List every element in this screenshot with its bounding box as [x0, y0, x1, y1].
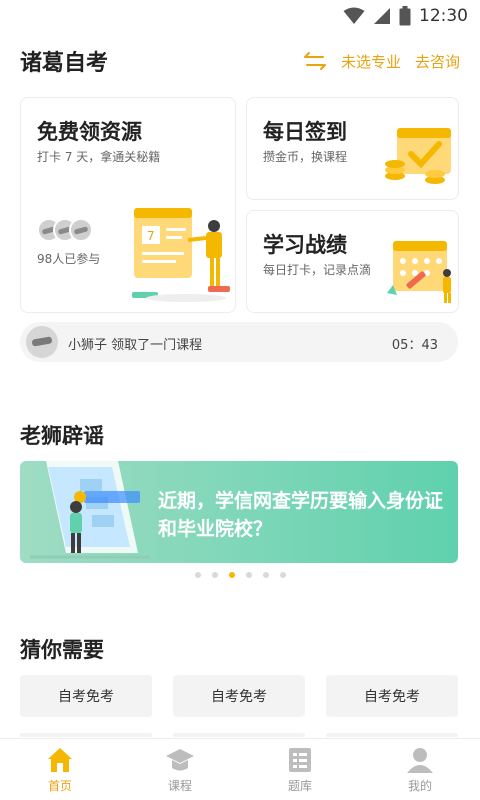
tab-home[interactable]: 首页 — [0, 739, 120, 800]
calendar-day-text: 7 — [147, 229, 155, 243]
carousel-dot[interactable] — [262, 572, 269, 578]
tab-profile-label: 我的 — [407, 779, 432, 793]
daily-checkin-card[interactable]: 每日签到 攒金币，换课程 — [246, 97, 459, 200]
checkin-calendar-coins-icon — [385, 128, 451, 184]
study-calendar-illustration: 7 — [132, 208, 230, 302]
select-major-link[interactable]: 未选专业 — [341, 51, 401, 72]
daily-checkin-title: 每日签到 — [263, 120, 347, 144]
app-title: 诸葛自考 — [20, 51, 109, 76]
carousel-dot[interactable] — [211, 572, 218, 578]
bottom-tab-bar: 首页 课程 题库 我的 — [0, 738, 480, 800]
header-actions: 未选专业 去咨询 — [303, 51, 460, 72]
guess-section-title: 猜你需要 — [20, 638, 104, 662]
avatar — [26, 326, 58, 358]
guess-tag-next-row — [20, 733, 152, 737]
guess-tag-next-row — [326, 733, 458, 737]
avatar — [69, 218, 93, 242]
tab-question-bank[interactable]: 题库 — [240, 739, 360, 800]
guess-tag[interactable]: 自考免考 — [173, 675, 305, 717]
guess-tag[interactable]: 自考免考 — [326, 675, 458, 717]
tab-courses-label: 课程 — [167, 779, 192, 793]
carousel-dot[interactable] — [228, 572, 235, 578]
user-icon — [407, 748, 433, 773]
ticker-message: 小狮子 领取了一门课程 — [68, 338, 203, 353]
participant-count: 98人已参与 — [37, 252, 101, 266]
tab-courses[interactable]: 课程 — [120, 739, 240, 800]
study-record-subtitle: 每日打卡，记录点滴 — [263, 263, 372, 277]
activity-ticker: 小狮子 领取了一门课程 05：43 — [20, 322, 458, 362]
study-record-calendar-icon — [387, 241, 451, 303]
graduation-cap-icon — [166, 749, 194, 771]
ticker-time: 05：43 — [391, 338, 438, 353]
free-resources-card[interactable]: 免费领资源 打卡 7 天，拿通关秘籍 98人已参与 7 — [20, 97, 236, 313]
home-icon — [48, 748, 72, 772]
header: 诸葛自考 未选专业 去咨询 — [20, 44, 460, 78]
carousel-dot[interactable] — [279, 572, 286, 578]
free-resources-title: 免费领资源 — [37, 120, 142, 144]
status-bar: 12:30 — [0, 0, 480, 34]
tab-profile[interactable]: 我的 — [360, 739, 480, 800]
carousel-dot[interactable] — [245, 572, 252, 578]
study-record-title: 学习战绩 — [263, 233, 347, 257]
rumor-banner[interactable]: 近期，学信网查学历要输入身份证和毕业院校？ — [20, 461, 458, 563]
question-list-icon — [289, 748, 311, 772]
swap-arrows-icon[interactable] — [303, 51, 327, 71]
cellular-signal-icon — [374, 8, 390, 24]
carousel-dot[interactable] — [194, 572, 201, 578]
participant-avatars — [37, 218, 93, 242]
rumor-section-title: 老狮辟谣 — [20, 424, 104, 448]
battery-icon — [399, 6, 411, 26]
rumor-banner-text: 近期，学信网查学历要输入身份证和毕业院校？ — [158, 490, 444, 540]
status-icons: 12:30 — [343, 6, 468, 26]
wifi-icon — [343, 7, 365, 24]
study-record-card[interactable]: 学习战绩 每日打卡，记录点滴 — [246, 210, 459, 313]
tab-question-bank-label: 题库 — [287, 779, 312, 793]
guess-tag-next-row — [173, 733, 305, 737]
status-time: 12:30 — [419, 6, 468, 26]
guess-tag[interactable]: 自考免考 — [20, 675, 152, 717]
carousel-dots — [0, 572, 480, 578]
free-resources-subtitle: 打卡 7 天，拿通关秘籍 — [37, 150, 161, 164]
daily-checkin-subtitle: 攒金币，换课程 — [263, 150, 348, 164]
tab-home-label: 首页 — [47, 779, 72, 793]
screen-person-illustration — [30, 461, 150, 559]
consult-link[interactable]: 去咨询 — [415, 51, 460, 72]
